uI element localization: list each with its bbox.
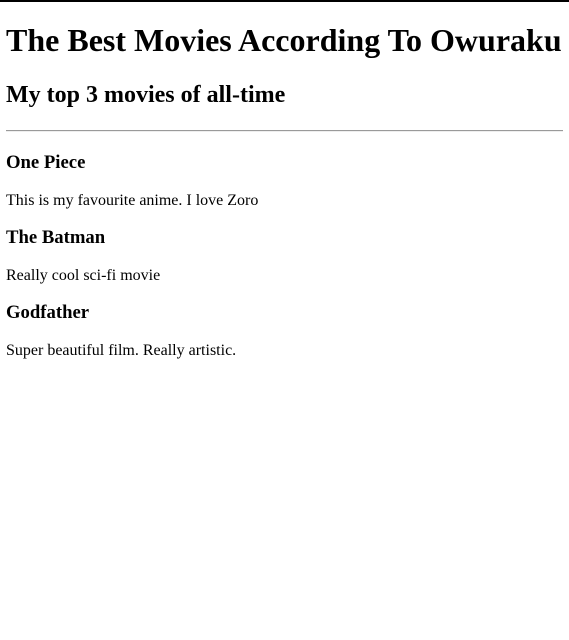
movie-title: One Piece [6, 152, 86, 173]
top-border [0, 0, 569, 2]
movie-description: This is my favourite anime. I love Zoro [6, 192, 259, 209]
movie-item: The Batman Really cool sci-fi movie [6, 227, 563, 285]
movie-title: Godfather [6, 302, 90, 323]
section-divider [6, 130, 563, 132]
movie-description: Really cool sci-fi movie [6, 267, 161, 284]
page-subtitle: My top 3 movies of all-time [6, 82, 286, 108]
page-title: The Best Movies According To Owuraku [6, 22, 562, 58]
movie-description: Super beautiful film. Really artistic. [6, 342, 237, 359]
movie-list: One Piece This is my favourite anime. I … [6, 152, 563, 360]
movie-item: One Piece This is my favourite anime. I … [6, 152, 563, 210]
movie-item: Godfather Super beautiful film. Really a… [6, 302, 563, 360]
movie-title: The Batman [6, 227, 106, 248]
page-content: The Best Movies According To Owuraku My … [0, 0, 569, 360]
